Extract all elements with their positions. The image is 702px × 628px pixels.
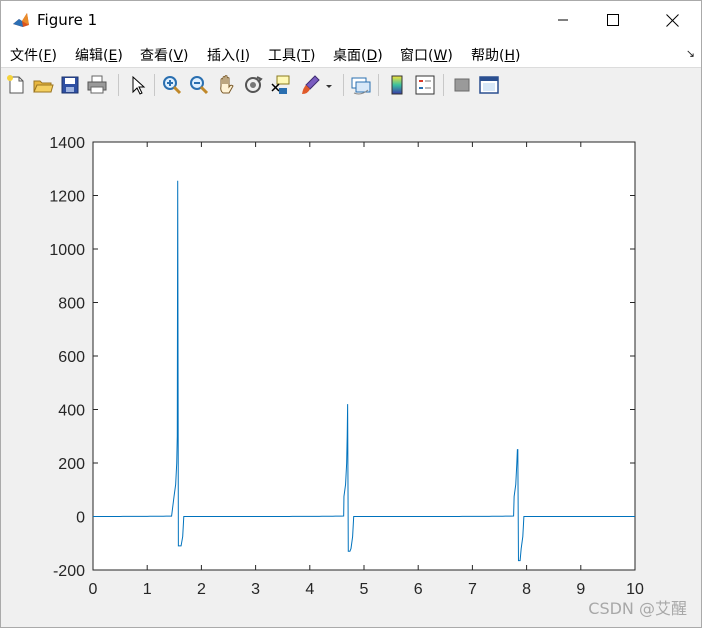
toolbar-separator — [154, 74, 155, 96]
menu-window[interactable]: 窗口(W) — [400, 45, 453, 65]
link-plot-icon[interactable] — [350, 74, 372, 96]
x-tick-label: 8 — [522, 581, 531, 598]
x-tick-label: 6 — [414, 581, 423, 598]
dock-arrow-icon[interactable]: ↘ — [686, 47, 695, 60]
toolbar-separator — [378, 74, 379, 96]
title-bar: Figure 1 — [1, 1, 701, 39]
brush-icon[interactable] — [299, 74, 321, 96]
minimize-icon — [558, 19, 568, 21]
pan-hand-icon[interactable] — [215, 74, 237, 96]
line-chart[interactable]: 0 1 2 3 4 5 6 7 8 9 10-200020040060080010001200140… — [1, 102, 701, 627]
menu-help[interactable]: 帮助(H) — [471, 45, 520, 65]
legend-icon[interactable] — [414, 74, 436, 96]
colorbar-icon[interactable] — [386, 74, 408, 96]
close-icon — [665, 13, 679, 27]
matlab-icon — [11, 10, 31, 30]
y-tick-label: 1200 — [49, 189, 85, 206]
x-tick-label: 5 — [360, 581, 369, 598]
toolbar-separator — [118, 74, 119, 96]
window-title: Figure 1 — [37, 11, 98, 29]
zoom-out-icon[interactable] — [188, 74, 210, 96]
toolbar-separator — [343, 74, 344, 96]
zoom-in-icon[interactable] — [161, 74, 183, 96]
y-tick-label: -200 — [53, 563, 85, 580]
y-tick-label: 200 — [58, 456, 85, 473]
menu-desktop[interactable]: 桌面(D) — [333, 45, 383, 65]
show-plot-tools-icon[interactable] — [478, 74, 500, 96]
data-cursor-icon[interactable] — [269, 74, 291, 96]
x-tick-label: 2 — [197, 581, 206, 598]
y-tick-label: 600 — [58, 349, 85, 366]
y-tick-label: 800 — [58, 296, 85, 313]
maximize-icon — [607, 14, 619, 26]
toolbar-separator — [443, 74, 444, 96]
hide-plot-tools-icon[interactable] — [451, 74, 473, 96]
maximize-button[interactable] — [590, 1, 636, 39]
y-tick-label: 1000 — [49, 242, 85, 259]
axes-box — [92, 141, 636, 571]
rotate-3d-icon[interactable] — [242, 74, 264, 96]
select-pointer-icon[interactable] — [126, 74, 148, 96]
menu-view[interactable]: 查看(V) — [140, 45, 189, 65]
save-icon[interactable] — [59, 74, 81, 96]
plot-area: 0 1 2 3 4 5 6 7 8 9 10 -200 0 200 400 600 800 1000 1200 140… — [1, 102, 701, 627]
x-tick-label: 4 — [305, 581, 314, 598]
y-tick-label: 400 — [58, 403, 85, 420]
x-tick-label: 3 — [251, 581, 260, 598]
x-tick-label: 7 — [468, 581, 477, 598]
y-tick-label: 0 — [76, 510, 85, 527]
brush-dropdown-icon[interactable] — [323, 74, 335, 96]
close-button[interactable] — [649, 1, 695, 39]
menu-bar: 文件(F) 编辑(E) 查看(V) 插入(I) 工具(T) 桌面(D) 窗口(W… — [1, 39, 701, 67]
menu-edit[interactable]: 编辑(E) — [75, 45, 123, 65]
x-tick-label: 1 — [143, 581, 152, 598]
watermark-text: CSDN @艾醒 — [588, 599, 687, 618]
new-figure-icon[interactable] — [5, 74, 27, 96]
open-icon[interactable] — [32, 74, 54, 96]
menu-file[interactable]: 文件(F) — [10, 45, 57, 65]
menu-insert[interactable]: 插入(I) — [207, 45, 250, 65]
x-tick-label: 9 — [576, 581, 585, 598]
y-tick-label: 1400 — [49, 135, 85, 152]
minimize-button[interactable] — [540, 1, 586, 39]
menu-tools[interactable]: 工具(T) — [268, 45, 316, 65]
print-icon[interactable] — [86, 74, 108, 96]
figure-window: Figure 1 文件(F) 编辑(E) 查看(V) 插入(I) 工具(T) 桌… — [0, 0, 702, 628]
x-tick-label: 0 — [89, 581, 98, 598]
figure-toolbar — [1, 67, 701, 103]
